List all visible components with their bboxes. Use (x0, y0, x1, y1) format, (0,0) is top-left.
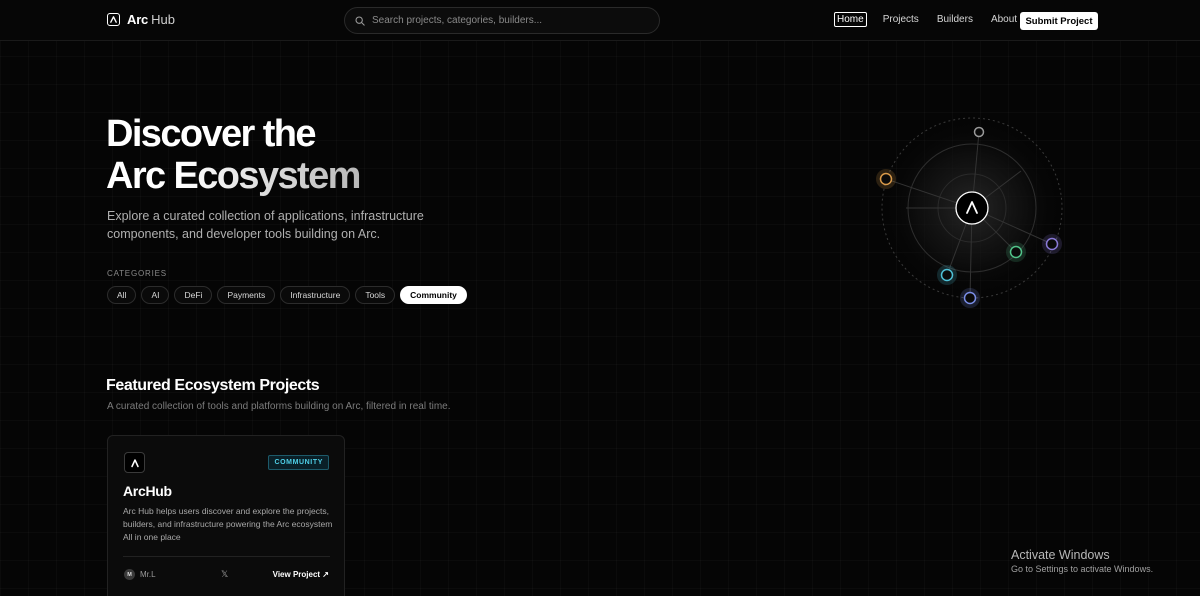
orbit-node-green (1009, 245, 1023, 259)
orbit-node-cyan (940, 268, 954, 282)
hero-title: Discover the Arc Ecosystem (106, 113, 486, 197)
project-author[interactable]: M Mr.L (124, 569, 156, 580)
categories-label: CATEGORIES (107, 269, 167, 278)
orbit-node-gray (973, 126, 985, 138)
hero-title-line2: Arc Ecosystem (106, 155, 361, 197)
category-filters: All AI DeFi Payments Infrastructure Tool… (107, 286, 467, 304)
hero-subtitle: Explore a curated collection of applicat… (107, 209, 424, 241)
arc-hub-center-node (955, 191, 989, 225)
orbit-node-purple (1045, 237, 1059, 251)
orbit-node-blue (963, 291, 977, 305)
category-chip-all[interactable]: All (107, 286, 137, 304)
nav-link-home[interactable]: Home (834, 12, 867, 27)
project-title: ArcHub (123, 483, 172, 499)
category-chip-payments[interactable]: Payments (217, 286, 276, 304)
nav-link-about[interactable]: About (989, 12, 1019, 27)
arc-logo-icon (107, 13, 120, 26)
author-name: Mr.L (140, 570, 156, 579)
category-chip-community[interactable]: Community (400, 286, 467, 304)
watermark-subtitle: Go to Settings to activate Windows. (1011, 564, 1154, 574)
watermark-title: Activate Windows (1011, 548, 1110, 562)
top-nav: Arc Hub Home Projects Builders About Sub… (0, 0, 1200, 41)
search-input[interactable] (372, 15, 642, 26)
brand-suffix: Hub (151, 12, 175, 27)
orbit-node-orange (879, 172, 893, 186)
hero-title-line1: Discover the (106, 113, 317, 155)
featured-section-title: Featured Ecosystem Projects (106, 377, 320, 394)
submit-project-button[interactable]: Submit Project (1020, 12, 1098, 30)
activate-windows-watermark: Activate Windows Go to Settings to activ… (1011, 548, 1153, 574)
project-logo-icon (124, 452, 145, 473)
ecosystem-orbit-graphic (876, 117, 1063, 308)
category-chip-infrastructure[interactable]: Infrastructure (280, 286, 351, 304)
brand-name: Arc (127, 12, 149, 27)
view-project-link[interactable]: View Project ↗ (273, 570, 329, 579)
x-social-icon[interactable]: 𝕏 (221, 569, 228, 580)
nav-link-projects[interactable]: Projects (881, 12, 921, 27)
nav-links: Home Projects Builders About (834, 12, 1033, 27)
nav-link-builders[interactable]: Builders (935, 12, 975, 27)
project-card[interactable]: COMMUNITY ArcHub Arc Hub helps users dis… (107, 435, 345, 596)
featured-section-subtitle: A curated collection of tools and platfo… (107, 401, 451, 412)
search-icon (355, 15, 365, 26)
category-badge: COMMUNITY (268, 455, 329, 470)
brand-link[interactable]: Arc Hub (107, 12, 175, 27)
avatar: M (124, 569, 135, 580)
category-chip-tools[interactable]: Tools (355, 286, 396, 304)
category-chip-defi[interactable]: DeFi (174, 286, 213, 304)
search-bar[interactable] (344, 7, 660, 34)
project-description: Arc Hub helps users discover and explore… (123, 506, 333, 542)
category-chip-ai[interactable]: AI (141, 286, 170, 304)
card-divider (123, 556, 330, 557)
